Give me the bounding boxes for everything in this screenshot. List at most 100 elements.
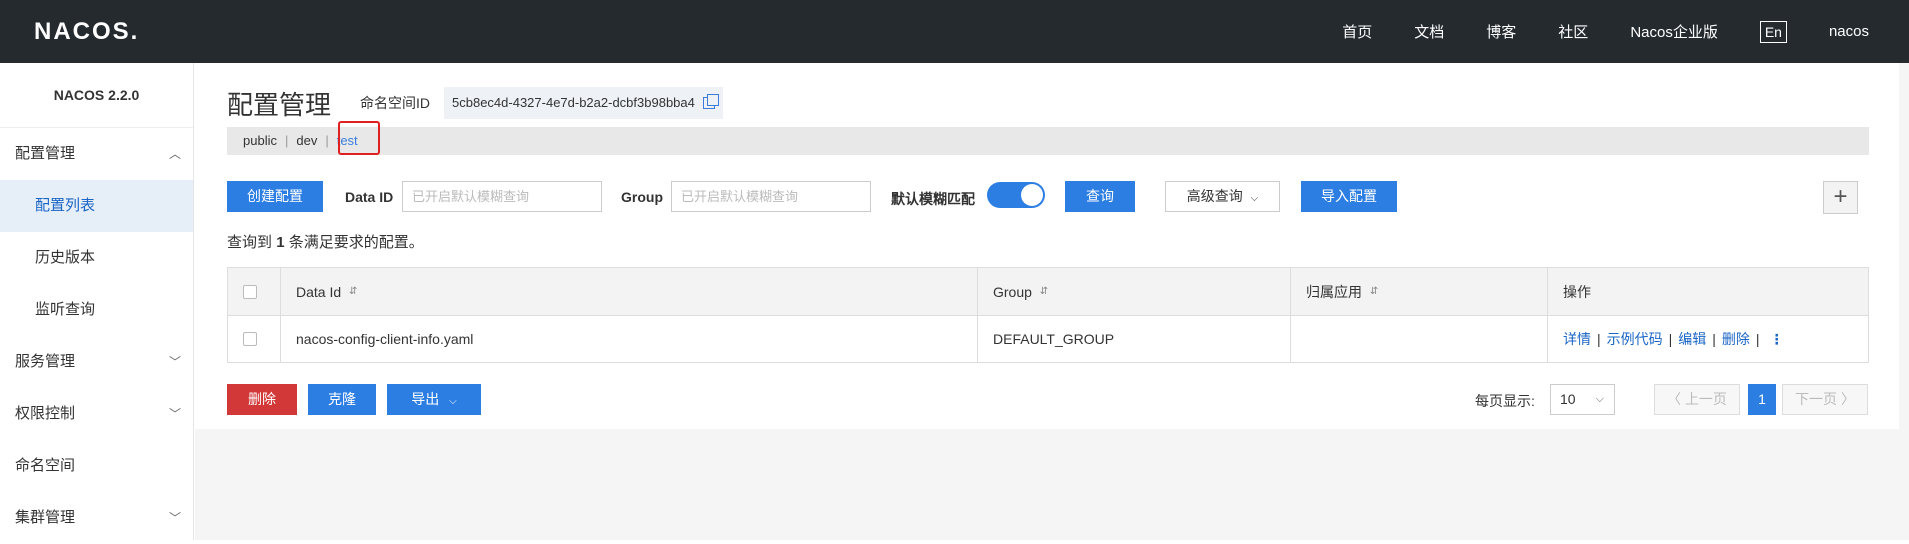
nacos-logo[interactable]: NACOS.	[34, 18, 139, 46]
header-data-id-label: Data Id	[296, 283, 342, 300]
chevron-down-icon: ﹀	[168, 407, 181, 421]
data-id-label: Data ID	[345, 189, 394, 205]
nav-home[interactable]: 首页	[1342, 21, 1372, 42]
sidebar-group-config[interactable]: 配置管理 ︿	[0, 128, 193, 180]
sidebar: NACOS 2.2.0 配置管理 ︿ 配置列表 历史版本 监听查询 服务管理 ﹀…	[0, 63, 194, 540]
namespace-tabs: public | dev | test	[227, 127, 1869, 155]
namespace-id-text: 5cb8ec4d-4327-4e7d-b2a2-dcbf3b98bba4	[452, 95, 695, 110]
chevron-down-icon: ﹀	[168, 511, 181, 525]
highlight-box	[338, 121, 380, 155]
sidebar-group-label: 服务管理	[15, 353, 76, 370]
cell-group: DEFAULT_GROUP	[978, 316, 1291, 362]
namespace-separator: |	[325, 133, 329, 148]
group-label: Group	[621, 189, 663, 205]
sidebar-group-cluster[interactable]: 集群管理 ﹀	[0, 492, 193, 544]
namespace-id-label: 命名空间ID	[360, 95, 430, 111]
copy-icon[interactable]	[702, 94, 719, 109]
page-size-select[interactable]: 10 ⌵	[1550, 384, 1615, 415]
prev-page-button[interactable]: 〈 上一页	[1654, 384, 1740, 415]
table-row: nacos-config-client-info.yaml DEFAULT_GR…	[228, 316, 1868, 362]
delete-link[interactable]: 删除	[1722, 329, 1750, 349]
sort-icon[interactable]: ⇵	[1040, 286, 1048, 297]
header-checkbox-cell	[228, 268, 281, 315]
header-data-id[interactable]: Data Id ⇵	[281, 268, 978, 315]
header-app[interactable]: 归属应用 ⇵	[1291, 268, 1548, 315]
chevron-right-icon: 〉	[1840, 391, 1855, 407]
search-button[interactable]: 查询	[1065, 181, 1135, 212]
fuzzy-match-toggle[interactable]	[987, 182, 1045, 208]
top-navbar: NACOS. 首页 文档 博客 社区 Nacos企业版 En nacos	[0, 0, 1909, 63]
sidebar-group-label: 集群管理	[15, 509, 76, 526]
user-menu[interactable]: nacos	[1829, 23, 1869, 40]
fuzzy-match-label: 默认模糊匹配	[891, 191, 975, 207]
op-separator: |	[1755, 331, 1760, 347]
sidebar-group-label: 权限控制	[15, 405, 76, 422]
create-config-button[interactable]: 创建配置	[227, 181, 323, 212]
page-number-1[interactable]: 1	[1748, 384, 1776, 415]
select-all-checkbox[interactable]	[243, 284, 257, 299]
row-checkbox[interactable]	[243, 332, 257, 346]
sidebar-item-config-list[interactable]: 配置列表	[0, 180, 193, 232]
cell-operations: 详情 | 示例代码 | 编辑 | 删除 | ⋮	[1548, 316, 1868, 362]
next-page-button[interactable]: 下一页 〉	[1782, 384, 1868, 415]
advanced-query-label: 高级查询	[1186, 188, 1243, 204]
sidebar-item-history[interactable]: 历史版本	[0, 232, 193, 284]
cell-data-id: nacos-config-client-info.yaml	[281, 316, 978, 362]
namespace-tab-public[interactable]: public	[243, 133, 277, 148]
version-label: NACOS 2.2.0	[0, 63, 193, 128]
clone-button[interactable]: 克隆	[308, 384, 376, 415]
toggle-knob	[1021, 184, 1043, 206]
header-group-label: Group	[993, 283, 1032, 300]
cell-app	[1291, 316, 1548, 362]
export-label: 导出	[411, 391, 440, 407]
header-group[interactable]: Group ⇵	[978, 268, 1291, 315]
sort-icon[interactable]: ⇵	[1370, 286, 1378, 297]
sidebar-group-auth[interactable]: 权限控制 ﹀	[0, 388, 193, 440]
batch-delete-button[interactable]: 删除	[227, 384, 297, 415]
next-page-label: 下一页	[1795, 391, 1838, 407]
sample-code-link[interactable]: 示例代码	[1607, 329, 1663, 349]
chevron-down-icon: ⌵	[1250, 193, 1259, 204]
result-summary: 查询到 1 条满足要求的配置。	[227, 231, 424, 252]
header-operations: 操作	[1548, 268, 1868, 315]
import-config-button[interactable]: 导入配置	[1301, 181, 1397, 212]
result-suffix: 条满足要求的配置。	[288, 234, 424, 251]
namespace-tab-dev[interactable]: dev	[296, 133, 317, 148]
detail-link[interactable]: 详情	[1563, 329, 1591, 349]
nav-community[interactable]: 社区	[1558, 21, 1588, 42]
header-operations-label: 操作	[1563, 283, 1591, 300]
sort-icon[interactable]: ⇵	[349, 286, 357, 297]
page-size-label: 每页显示:	[1475, 393, 1535, 409]
sidebar-item-listener-query[interactable]: 监听查询	[0, 284, 193, 336]
namespace-id-value: 5cb8ec4d-4327-4e7d-b2a2-dcbf3b98bba4	[444, 87, 723, 119]
prev-page-label: 上一页	[1684, 391, 1727, 407]
page-size-value: 10	[1560, 391, 1576, 407]
chevron-down-icon: ⌵	[449, 396, 457, 407]
data-id-input[interactable]	[402, 181, 602, 212]
advanced-query-button[interactable]: 高级查询 ⌵	[1165, 181, 1280, 212]
nav-enterprise[interactable]: Nacos企业版	[1630, 21, 1718, 42]
table-header: Data Id ⇵ Group ⇵ 归属应用 ⇵ 操作	[228, 268, 1868, 316]
result-count: 1	[276, 234, 285, 251]
page-title: 配置管理	[227, 90, 332, 120]
edit-link[interactable]: 编辑	[1678, 329, 1706, 349]
op-separator: |	[1712, 331, 1716, 347]
nav-blog[interactable]: 博客	[1486, 21, 1516, 42]
sidebar-group-service[interactable]: 服务管理 ﹀	[0, 336, 193, 388]
nav-docs[interactable]: 文档	[1414, 21, 1444, 42]
chevron-down-icon: ﹀	[168, 355, 181, 369]
sidebar-group-label: 命名空间	[15, 457, 76, 474]
add-icon[interactable]: +	[1823, 181, 1858, 214]
row-checkbox-cell	[228, 316, 281, 362]
group-input[interactable]	[671, 181, 871, 212]
config-table: Data Id ⇵ Group ⇵ 归属应用 ⇵ 操作 nacos-config-cl…	[227, 267, 1869, 363]
top-nav: 首页 文档 博客 社区 Nacos企业版 En nacos	[1300, 0, 1869, 63]
op-separator: |	[1668, 331, 1673, 347]
result-prefix: 查询到	[227, 234, 273, 251]
chevron-left-icon: 〈	[1667, 391, 1682, 407]
sidebar-group-namespace[interactable]: 命名空间	[0, 440, 193, 492]
chevron-up-icon: ︿	[168, 147, 181, 161]
language-switch-button[interactable]: En	[1759, 20, 1787, 43]
export-button[interactable]: 导出 ⌵	[387, 384, 481, 415]
more-vertical-icon[interactable]: ⋮	[1770, 331, 1784, 348]
